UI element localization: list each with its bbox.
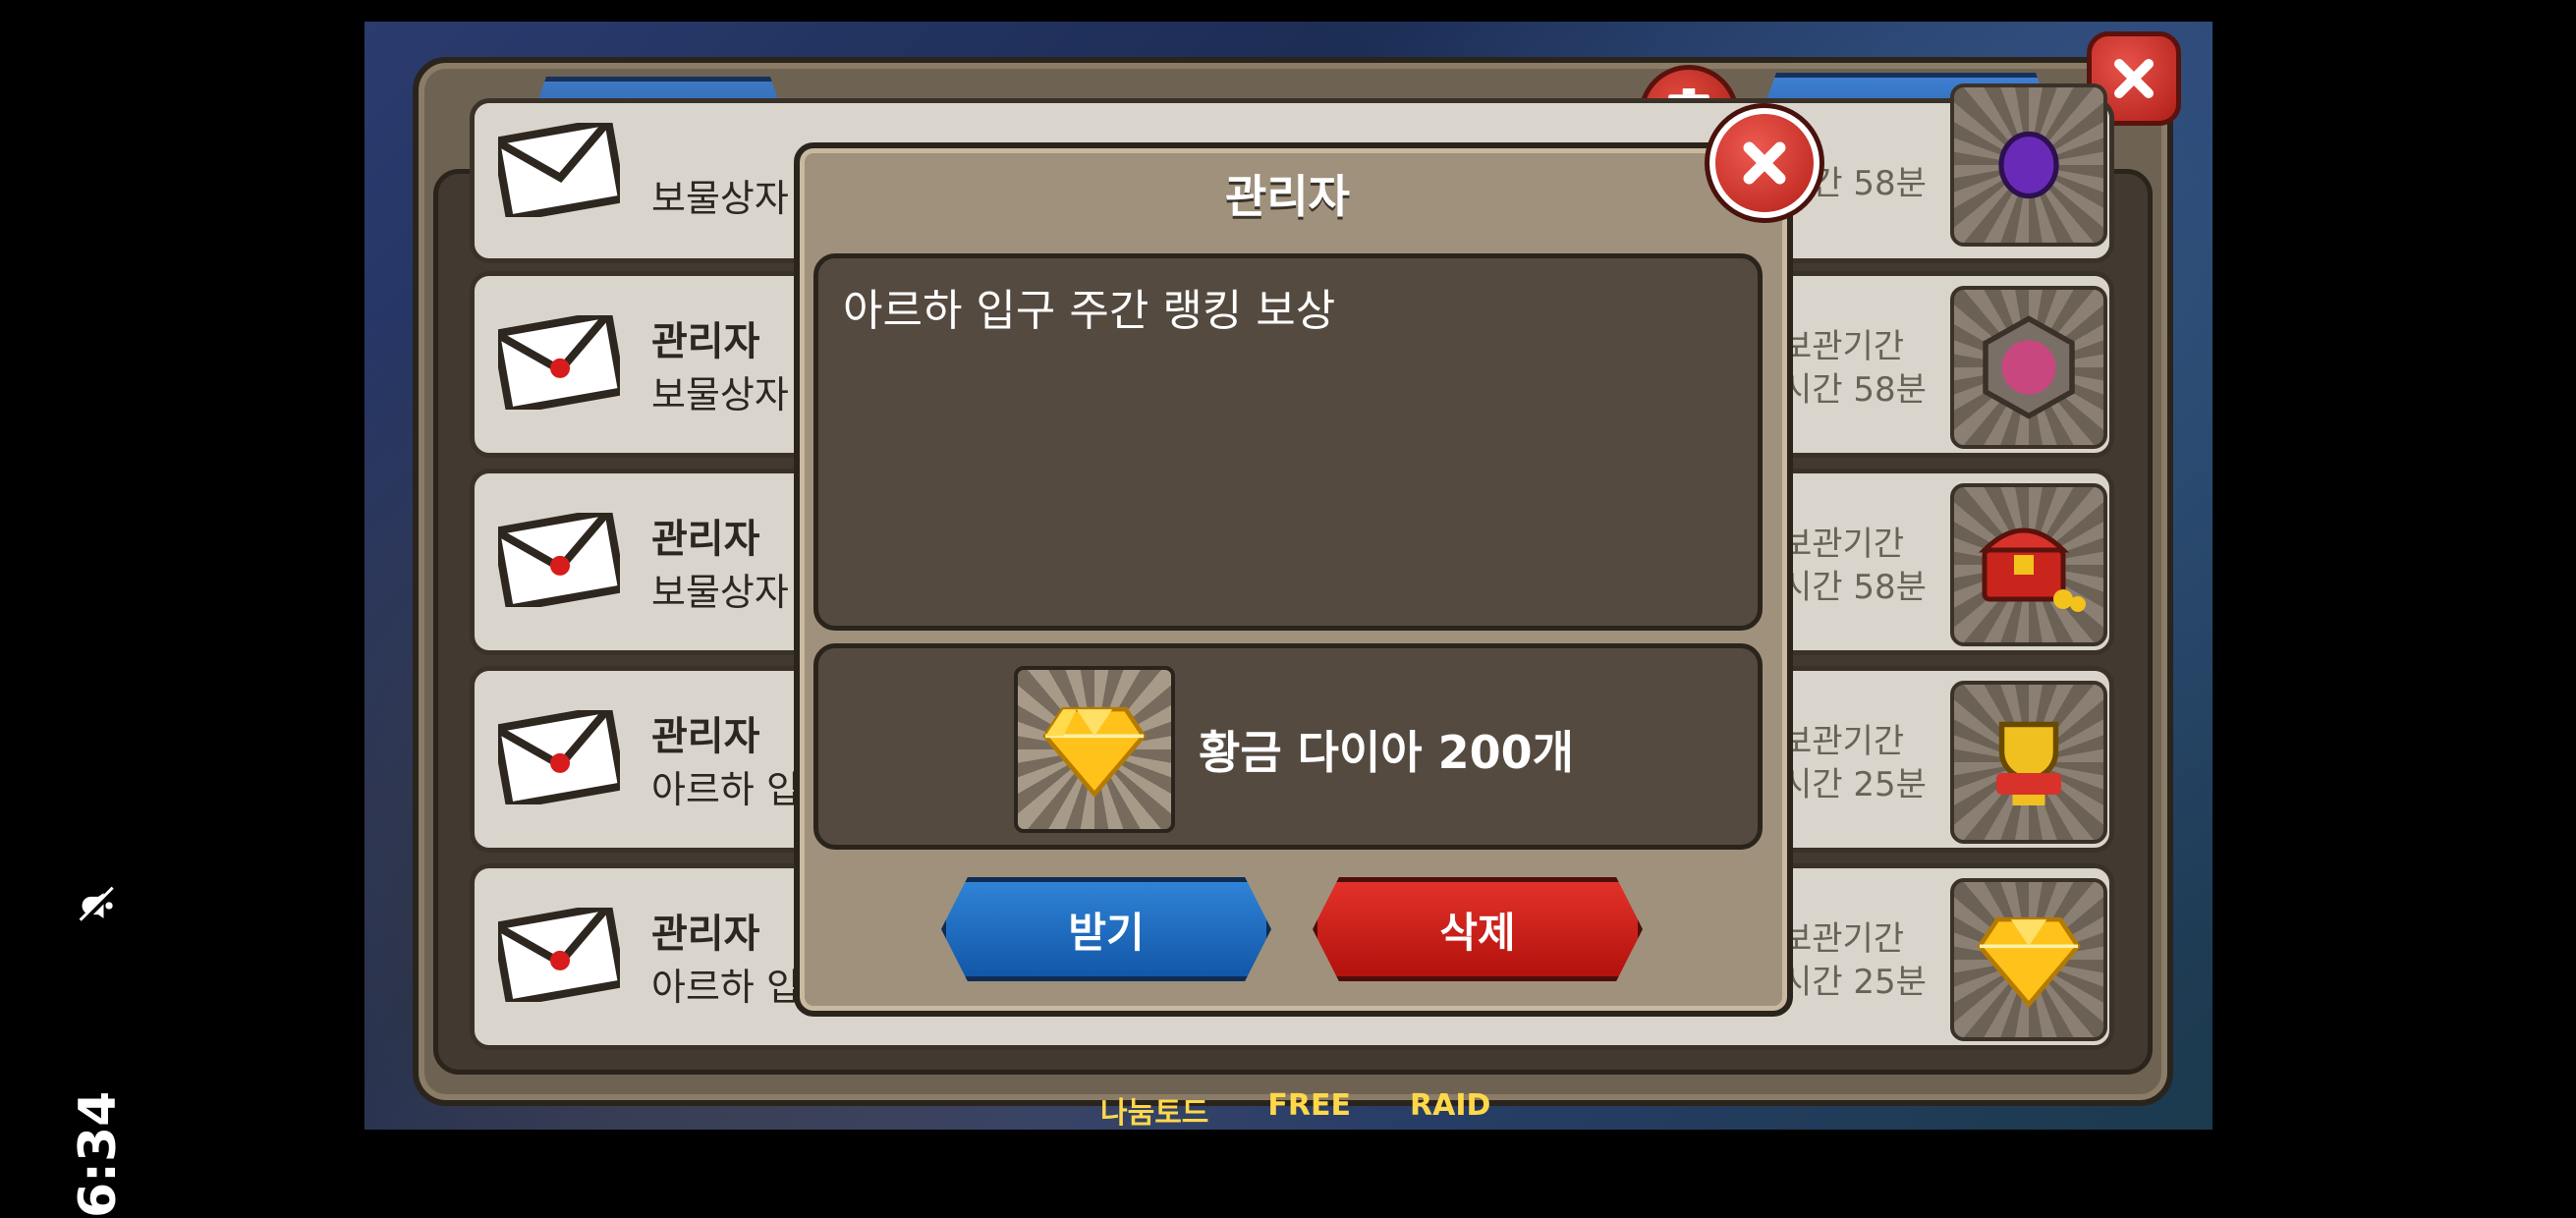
close-icon (1743, 141, 1786, 185)
reward-icon-frame (1014, 666, 1175, 833)
envelope-icon (498, 513, 620, 607)
envelope-icon (498, 908, 620, 1002)
mail-sender: 관리자 (651, 714, 760, 759)
rip-trophy-icon (1996, 721, 2061, 805)
mail-expire-time: 시간 58분 (1781, 370, 1927, 410)
mail-expire: 보관기간 시간 58분 (1781, 523, 1927, 609)
envelope-icon (498, 315, 620, 410)
mail-subject: 보물상자 (651, 373, 789, 416)
mail-subject: 아르하 입 (651, 966, 801, 1009)
close-icon (2114, 59, 2154, 98)
mail-reward-thumb (1950, 681, 2107, 844)
mail-reward-thumb (1950, 483, 2107, 646)
mail-expire-label: 보관기간 (1781, 327, 1905, 366)
mail-expire-time: 시간 58분 (1781, 568, 1927, 607)
mail-expire: 보관기간 시간 58분 (1781, 325, 1927, 412)
purple-badge-icon (1998, 131, 2059, 199)
mail-sender: 관리자 (651, 319, 760, 364)
delete-button[interactable]: 삭제 (1313, 877, 1643, 981)
mail-expire-label: 보관기간 (1781, 525, 1905, 564)
mail-reward-thumb (1950, 83, 2107, 247)
envelope-icon (498, 710, 620, 804)
reward-text: 황금 다이아 200개 (1199, 726, 1574, 779)
bottom-label[interactable]: RAID (1410, 1088, 1490, 1132)
mail-expire: 보관기간 시간 25분 (1781, 917, 1927, 1004)
dialog-title: 관리자 (1225, 170, 1350, 223)
mail-sender: 관리자 (651, 912, 760, 957)
mail-expire-label: 보관기간 (1781, 919, 1905, 959)
treasure-chest-icon (1978, 527, 2086, 612)
bottom-label[interactable]: 나눔토드 (1100, 1088, 1208, 1132)
mail-subject: 아르하 입 (651, 768, 801, 811)
mail-subject: 보물상자 (651, 177, 789, 220)
mail-reward-thumb (1950, 878, 2107, 1041)
bottom-menu-labels: 나눔토드 FREE RAID (1100, 1088, 1490, 1132)
mail-expire-label: 보관기간 (1781, 722, 1905, 761)
message-text: 아르하 입구 주간 랭킹 보상 (843, 286, 1336, 336)
mute-bell-icon (79, 886, 117, 924)
mail-reward-thumb (1950, 286, 2107, 449)
envelope-icon (498, 123, 620, 217)
gold-diamond-icon (1042, 706, 1147, 798)
receive-button[interactable]: 받기 (941, 877, 1271, 981)
mail-subject: 보물상자 (651, 571, 789, 614)
bottom-label[interactable]: FREE (1267, 1088, 1351, 1132)
mail-expire-time: 시간 25분 (1781, 963, 1927, 1002)
mail-sender: 관리자 (651, 517, 760, 562)
mail-expire: 보관기간 시간 25분 (1781, 720, 1927, 806)
pink-emblem-icon (1983, 315, 2075, 419)
mail-expire-time: 시간 25분 (1781, 765, 1927, 804)
gold-diamond-icon (1977, 916, 2081, 1008)
dialog-close-button[interactable] (1705, 103, 1824, 223)
status-time: 6:34 (69, 1090, 128, 1218)
